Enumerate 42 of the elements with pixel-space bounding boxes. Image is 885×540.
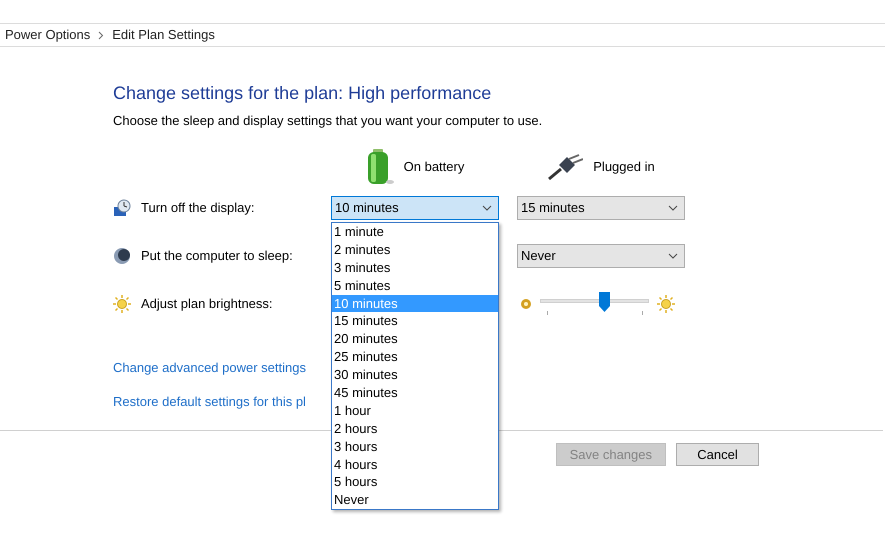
page-title: Change settings for the plan: High performance bbox=[113, 82, 492, 105]
dropdown-option[interactable]: 20 minutes bbox=[332, 330, 498, 348]
dropdown-option[interactable]: 30 minutes bbox=[332, 366, 498, 384]
dropdown-option[interactable]: 25 minutes bbox=[332, 348, 498, 366]
dropdown-option[interactable]: 2 hours bbox=[332, 420, 498, 438]
dropdown-option[interactable]: 2 minutes bbox=[332, 240, 498, 259]
setting-label: Adjust plan brightness: bbox=[141, 295, 273, 314]
dropdown-option[interactable]: 45 minutes bbox=[332, 384, 498, 402]
dropdown-option[interactable]: 5 minutes bbox=[332, 276, 498, 295]
dropdown-option[interactable]: 15 minutes bbox=[332, 312, 498, 330]
dropdown-option[interactable]: 1 hour bbox=[332, 402, 498, 420]
slider-thumb[interactable] bbox=[599, 292, 610, 312]
chevron-down-icon bbox=[668, 205, 678, 211]
column-header: Plugged in bbox=[593, 158, 655, 176]
sun-icon bbox=[113, 295, 131, 313]
settings-link[interactable]: Restore default settings for this pl bbox=[113, 394, 306, 410]
breadcrumb-item[interactable]: Power Options bbox=[5, 25, 90, 45]
dropdown-option[interactable]: 4 hours bbox=[332, 456, 498, 474]
dropdown-option[interactable]: 1 minute bbox=[332, 223, 498, 241]
chevron-down-icon bbox=[668, 253, 678, 259]
chevron-down-icon bbox=[482, 205, 492, 211]
dropdown-option[interactable]: 3 hours bbox=[332, 438, 498, 456]
setting-label: Turn off the display: bbox=[141, 199, 254, 218]
moon-icon bbox=[113, 247, 131, 265]
plug-icon bbox=[547, 153, 584, 181]
page-description: Choose the sleep and display settings that you want your computer to use. bbox=[113, 113, 544, 129]
battery-icon bbox=[366, 149, 394, 185]
setting-label: Put the computer to sleep: bbox=[141, 247, 293, 266]
dropdown-option[interactable]: Never bbox=[332, 491, 498, 510]
dropdown[interactable]: 15 minutes bbox=[517, 196, 685, 220]
dropdown[interactable]: Never bbox=[517, 244, 685, 268]
dim-sun-icon bbox=[520, 298, 532, 310]
dropdown-option[interactable]: 3 minutes bbox=[332, 258, 498, 277]
chevron-right-icon bbox=[98, 30, 104, 40]
settings-link[interactable]: Change advanced power settings bbox=[113, 360, 306, 376]
column-header: On battery bbox=[404, 158, 464, 176]
dialog-button[interactable]: Cancel bbox=[676, 443, 759, 466]
dropdown-option[interactable]: 5 hours bbox=[332, 473, 498, 492]
sun-icon bbox=[657, 295, 675, 313]
monitor-clock-icon bbox=[113, 199, 131, 217]
dropdown[interactable]: 10 minutes bbox=[331, 196, 499, 220]
breadcrumb-item[interactable]: Edit Plan Settings bbox=[112, 25, 215, 45]
